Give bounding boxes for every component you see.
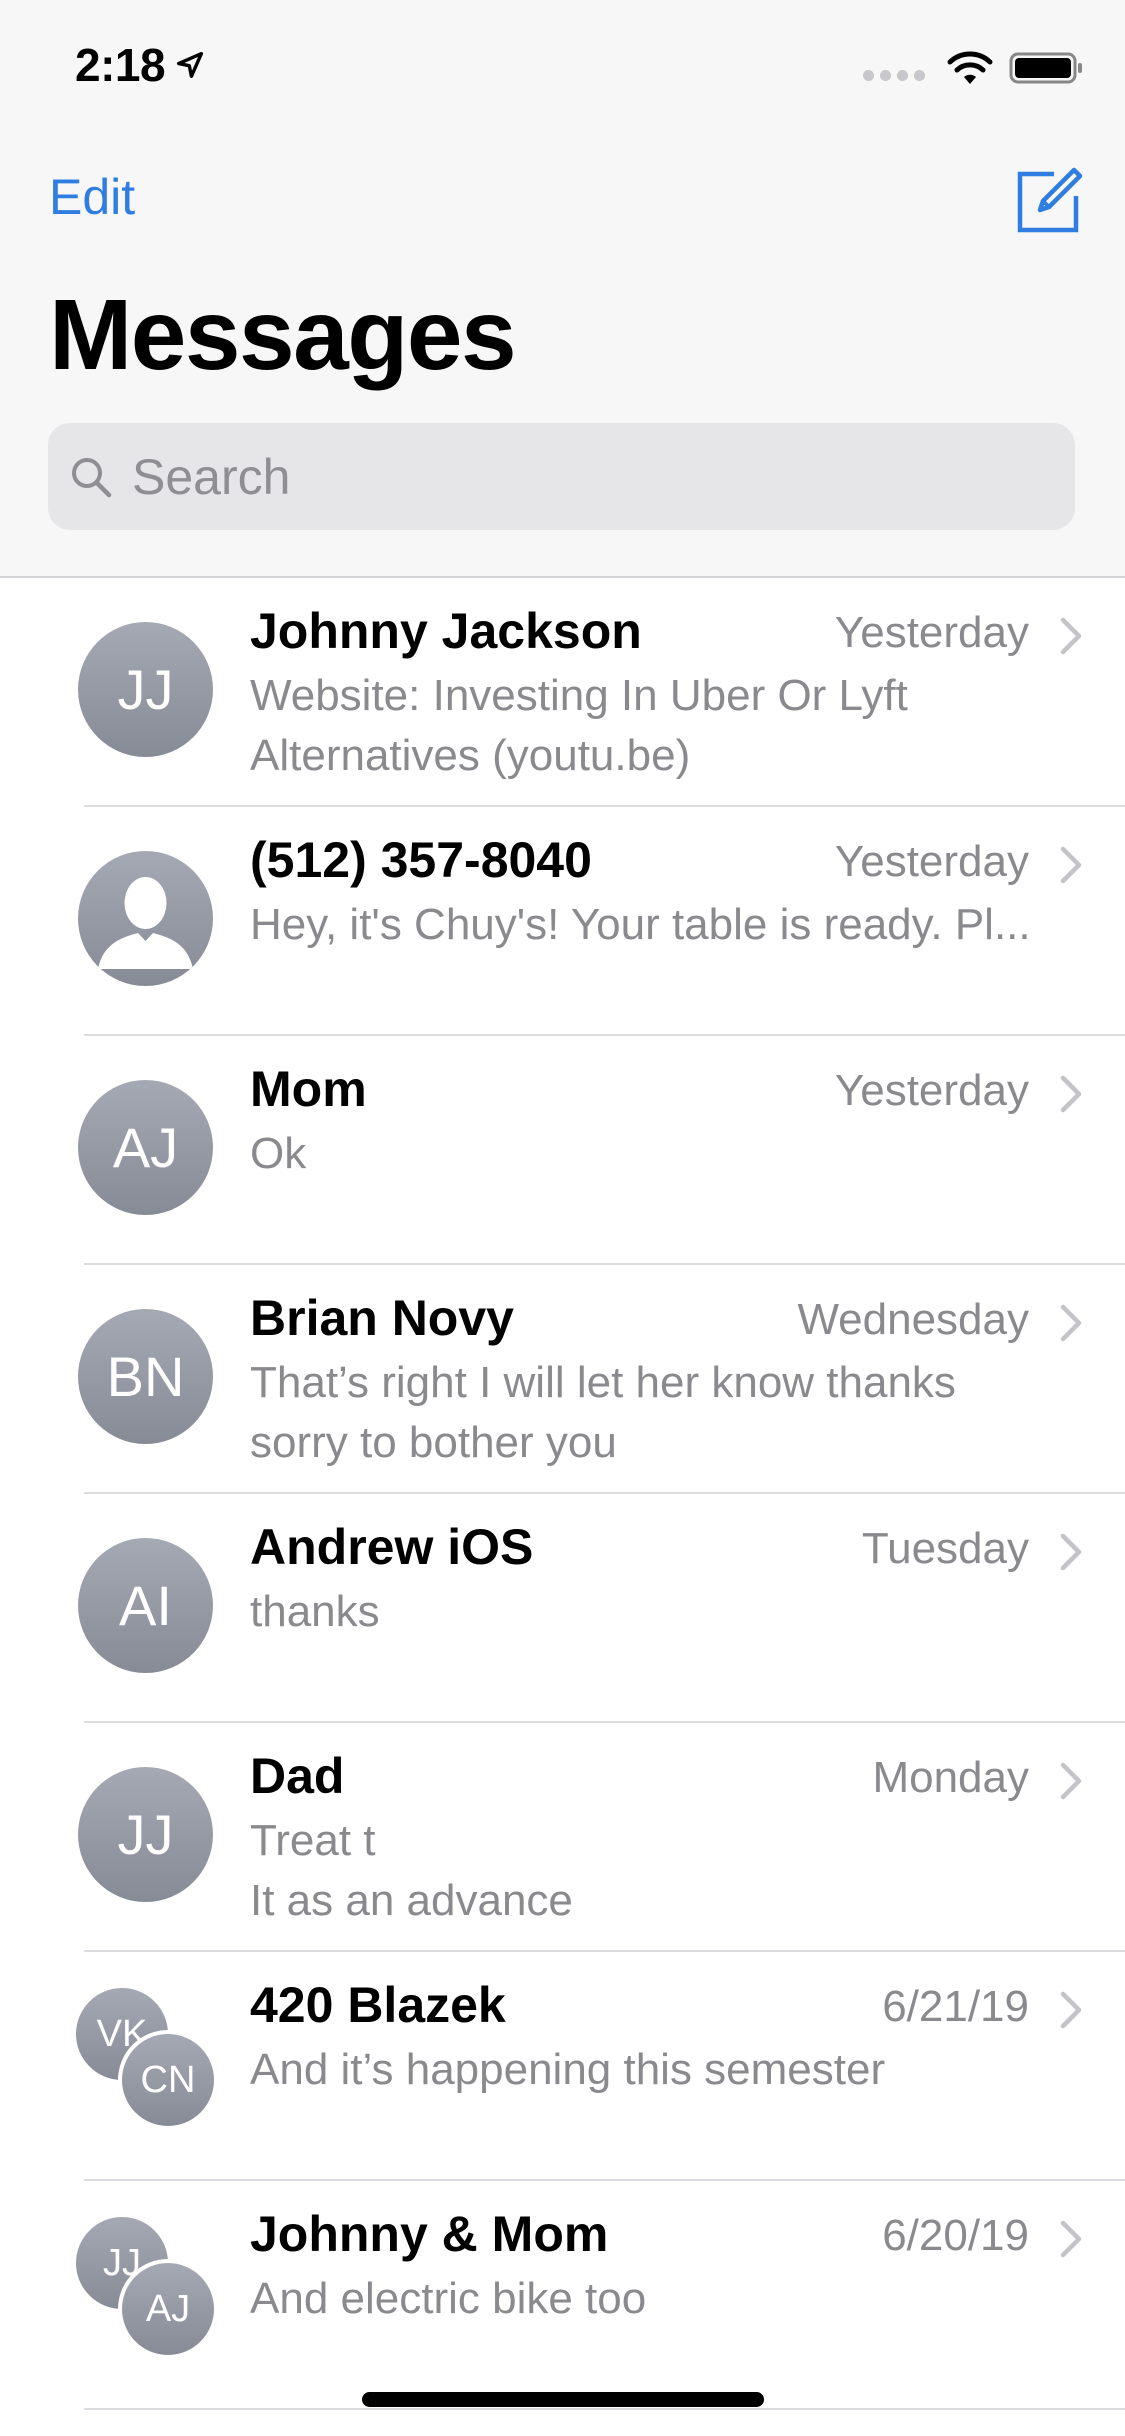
chevron-right-icon bbox=[1060, 1075, 1082, 1113]
chevron-right-icon bbox=[1060, 1533, 1082, 1571]
status-bar-time: 2:18 bbox=[75, 38, 207, 92]
conversation-row[interactable]: JJ Johnny Jackson Yesterday Website: Inv… bbox=[0, 578, 1125, 807]
avatar: JJ bbox=[78, 1767, 213, 1902]
contact-silhouette-icon bbox=[98, 877, 193, 969]
message-preview: Treat t It as an advance bbox=[250, 1816, 573, 1925]
battery-icon bbox=[1009, 52, 1082, 84]
chevron-right-icon bbox=[1060, 1991, 1082, 2029]
header-area: 2:18 Edit Messages bbox=[0, 0, 1125, 578]
status-icons bbox=[863, 50, 1085, 86]
message-preview: Website: Investing In Uber Or Lyft Alter… bbox=[250, 671, 908, 780]
conversation-row[interactable]: VK CN 420 Blazek 6/21/19 And it’s happen… bbox=[0, 1952, 1125, 2181]
contact-name: Dad bbox=[250, 1748, 345, 1804]
message-time: Monday bbox=[872, 1753, 1029, 1802]
conversation-row[interactable]: BN Brian Novy Wednesday That’s right I w… bbox=[0, 1265, 1125, 1494]
conversation-row[interactable]: AJ Mom Yesterday Ok bbox=[0, 1036, 1125, 1265]
search-input[interactable] bbox=[132, 447, 1032, 506]
message-time: 6/20/19 bbox=[882, 2211, 1029, 2260]
avatar: JJ bbox=[78, 622, 213, 757]
chevron-right-icon bbox=[1060, 2220, 1082, 2258]
location-arrow-icon bbox=[177, 51, 204, 79]
avatar: AI bbox=[78, 1538, 213, 1673]
message-time: Yesterday bbox=[834, 837, 1029, 886]
group-avatar: VK CN bbox=[76, 1988, 218, 2138]
search-bar[interactable] bbox=[48, 423, 1075, 530]
message-time: Tuesday bbox=[861, 1524, 1029, 1573]
group-avatar: JJ AJ bbox=[76, 2217, 218, 2367]
conversation-row[interactable]: JJ Dad Monday Treat t It as an advance bbox=[0, 1723, 1125, 1952]
chevron-right-icon bbox=[1060, 846, 1082, 884]
message-preview: thanks bbox=[250, 1587, 380, 1636]
search-icon bbox=[72, 457, 112, 497]
page-title: Messages bbox=[49, 279, 517, 391]
message-time: Yesterday bbox=[834, 608, 1029, 657]
wifi-icon bbox=[947, 51, 993, 84]
message-time: Wednesday bbox=[797, 1295, 1029, 1344]
contact-name: Brian Novy bbox=[250, 1290, 514, 1346]
chevron-right-icon bbox=[1060, 1762, 1082, 1800]
conversation-row[interactable]: AI Andrew iOS Tuesday thanks bbox=[0, 1494, 1125, 1723]
message-preview: Ok bbox=[250, 1129, 307, 1178]
conversation-row[interactable]: (512) 357-8040 Yesterday Hey, it's Chuy'… bbox=[0, 807, 1125, 1036]
contact-name: Andrew iOS bbox=[250, 1519, 534, 1575]
contact-name: Johnny Jackson bbox=[250, 603, 642, 659]
message-preview: And it’s happening this semester bbox=[250, 2045, 886, 2094]
status-time-text: 2:18 bbox=[75, 39, 166, 91]
contact-name: (512) 357-8040 bbox=[250, 832, 592, 888]
avatar bbox=[78, 851, 213, 986]
message-preview: That’s right I will let her know thanks … bbox=[250, 1358, 956, 1467]
conversation-list: JJ Johnny Jackson Yesterday Website: Inv… bbox=[0, 578, 1125, 2410]
chevron-right-icon bbox=[1060, 617, 1082, 655]
avatar: CN bbox=[118, 2030, 218, 2130]
message-preview: And electric bike too bbox=[250, 2274, 647, 2323]
message-time: Yesterday bbox=[834, 1066, 1029, 1115]
contact-name: Johnny & Mom bbox=[250, 2206, 609, 2262]
contact-name: 420 Blazek bbox=[250, 1977, 506, 2033]
edit-button[interactable]: Edit bbox=[49, 168, 135, 226]
contact-name: Mom bbox=[250, 1061, 367, 1117]
cellular-signal-icon bbox=[863, 69, 925, 81]
home-indicator[interactable] bbox=[362, 2392, 764, 2407]
avatar: AJ bbox=[118, 2259, 218, 2359]
chevron-right-icon bbox=[1060, 1304, 1082, 1342]
avatar: AJ bbox=[78, 1080, 213, 1215]
conversation-row[interactable]: JJ AJ Johnny & Mom 6/20/19 And electric … bbox=[0, 2181, 1125, 2410]
message-preview: Hey, it's Chuy's! Your table is ready. P… bbox=[250, 900, 1031, 949]
avatar: BN bbox=[78, 1309, 213, 1444]
compose-icon[interactable] bbox=[1014, 164, 1086, 236]
message-time: 6/21/19 bbox=[882, 1982, 1029, 2031]
